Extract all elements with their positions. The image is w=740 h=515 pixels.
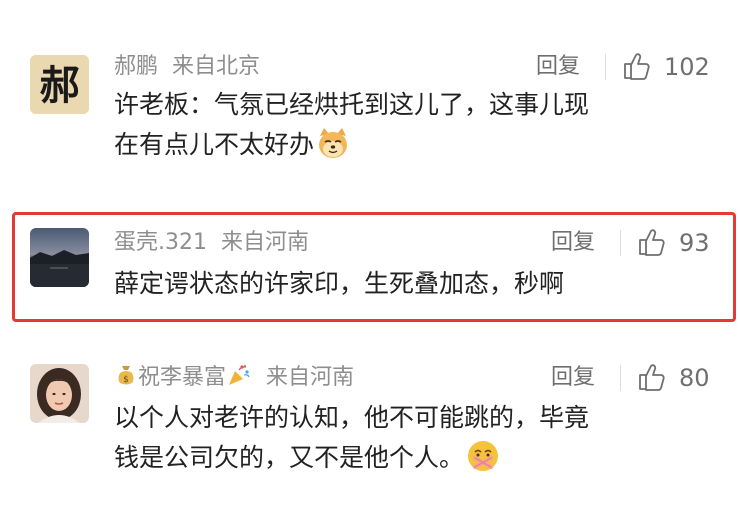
like-count: 93 [679,229,710,257]
comment-text-line: 薛定谔状态的许家印，生死叠加态，秒啊 [114,269,565,298]
avatar-portrait-image [30,364,89,423]
avatar[interactable] [30,364,89,423]
location: 来自北京 [172,54,261,79]
thumbs-up-icon[interactable] [622,51,652,81]
comment-text: 薛定谔状态的许家印，生死叠加态，秒啊 [114,264,714,304]
comment-text: 许老板：气氛已经烘托到这儿了，这事儿现 在有点儿不太好办 [114,85,714,165]
avatar[interactable]: 郝 [30,55,89,114]
doge-emoji-icon [319,128,348,158]
like-count: 102 [664,53,710,81]
comment-text-line: 钱是公司欠的，又不是他个人。 [114,438,714,478]
username[interactable]: 蛋壳.321 [114,230,207,255]
comment-text-line: 在有点儿不太好办 [114,125,714,165]
like-count: 80 [679,364,710,392]
divider [620,230,621,256]
reply-button[interactable]: 回复 [551,227,595,259]
comment-meta: 蛋壳.321 来自河南 [114,227,309,259]
reply-button[interactable]: 回复 [536,51,580,83]
comment-text-line: 以个人对老许的认知，他不可能跳的，毕竟 [114,403,590,432]
shushing-face-emoji-icon [468,441,499,471]
username[interactable]: 郝鹏 [114,54,158,79]
divider [620,365,621,391]
comment-text-line: 许老板：气氛已经烘托到这儿了，这事儿现 [114,90,590,119]
location: 来自河南 [221,230,310,255]
svg-text:郝: 郝 [40,62,80,109]
divider [605,54,606,80]
thumbs-up-icon[interactable] [637,227,667,257]
avatar[interactable] [30,228,89,287]
comment-meta: $ 祝李暴富 来自河南 [114,362,354,394]
party-popper-icon [229,364,250,385]
reply-button[interactable]: 回复 [551,362,595,394]
thumbs-up-icon[interactable] [637,362,667,392]
avatar-landscape-image [30,228,89,287]
avatar-calligraphy-image: 郝 [30,55,89,114]
svg-text:$: $ [123,375,129,385]
money-bag-icon: $ [118,366,134,385]
location: 来自河南 [266,365,355,390]
comment-meta: 郝鹏 来自北京 [114,51,260,83]
comment-text: 以个人对老许的认知，他不可能跳的，毕竟 钱是公司欠的，又不是他个人。 [114,398,714,478]
username[interactable]: 祝李暴富 [138,365,226,390]
